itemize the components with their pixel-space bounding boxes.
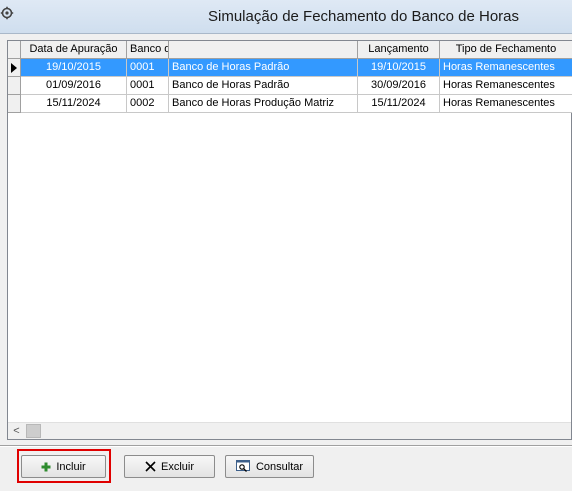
excluir-label: Excluir: [160, 460, 194, 473]
cell-lancamento[interactable]: 15/11/2024: [358, 95, 440, 113]
cell-data-apuracao[interactable]: 19/10/2015: [21, 59, 127, 77]
table-row[interactable]: 01/09/2016 0001 Banco de Horas Padrão 30…: [8, 77, 572, 95]
highlight-box: [17, 449, 111, 483]
cell-codigo[interactable]: 0001: [127, 59, 169, 77]
toolbar-divider: [0, 445, 572, 447]
consultar-label: Consultar: [255, 460, 304, 473]
cell-tipo-fechamento[interactable]: Horas Remanescentes: [440, 95, 572, 113]
column-header-banco-de-horas[interactable]: Banco de Horas: [127, 41, 169, 59]
cell-banco-de-horas[interactable]: Banco de Horas Produção Matriz: [169, 95, 358, 113]
title-bar: Simulação de Fechamento do Banco de Hora…: [0, 0, 572, 34]
row-indicator: [8, 59, 21, 77]
column-header-tipo-fechamento[interactable]: Tipo de Fechamento: [440, 41, 572, 59]
excluir-button[interactable]: Excluir: [124, 455, 215, 478]
table-row[interactable]: 19/10/2015 0001 Banco de Horas Padrão 19…: [8, 59, 572, 77]
fechamento-grid[interactable]: Data de Apuração Banco de Horas Lançamen…: [7, 40, 572, 440]
cell-banco-de-horas[interactable]: Banco de Horas Padrão: [169, 77, 358, 95]
column-header-data-apuracao[interactable]: Data de Apuração: [21, 41, 127, 59]
x-icon: [145, 461, 156, 472]
cell-data-apuracao[interactable]: 01/09/2016: [21, 77, 127, 95]
gear-icon[interactable]: [0, 6, 14, 20]
column-header-banco-descricao[interactable]: [169, 41, 358, 59]
cell-tipo-fechamento[interactable]: Horas Remanescentes: [440, 77, 572, 95]
consultar-button[interactable]: Consultar: [225, 455, 314, 478]
cell-codigo[interactable]: 0001: [127, 77, 169, 95]
cell-data-apuracao[interactable]: 15/11/2024: [21, 95, 127, 113]
cell-codigo[interactable]: 0002: [127, 95, 169, 113]
cell-lancamento[interactable]: 19/10/2015: [358, 59, 440, 77]
search-document-icon: [235, 460, 250, 472]
window-title: Simulação de Fechamento do Banco de Hora…: [208, 8, 520, 25]
column-header-lancamento[interactable]: Lançamento: [358, 41, 440, 59]
table-row[interactable]: 15/11/2024 0002 Banco de Horas Produção …: [8, 95, 572, 113]
row-indicator-header: [8, 41, 21, 59]
cell-tipo-fechamento[interactable]: Horas Remanescentes: [440, 59, 572, 77]
current-row-arrow-icon: [11, 63, 17, 73]
scroll-thumb[interactable]: [26, 424, 41, 438]
cell-banco-de-horas[interactable]: Banco de Horas Padrão: [169, 59, 358, 77]
scroll-left-button[interactable]: <: [8, 423, 25, 439]
row-indicator: [8, 95, 21, 113]
cell-lancamento[interactable]: 30/09/2016: [358, 77, 440, 95]
grid-header: Data de Apuração Banco de Horas Lançamen…: [8, 41, 572, 59]
horizontal-scrollbar[interactable]: <: [8, 422, 571, 439]
row-indicator: [8, 77, 21, 95]
